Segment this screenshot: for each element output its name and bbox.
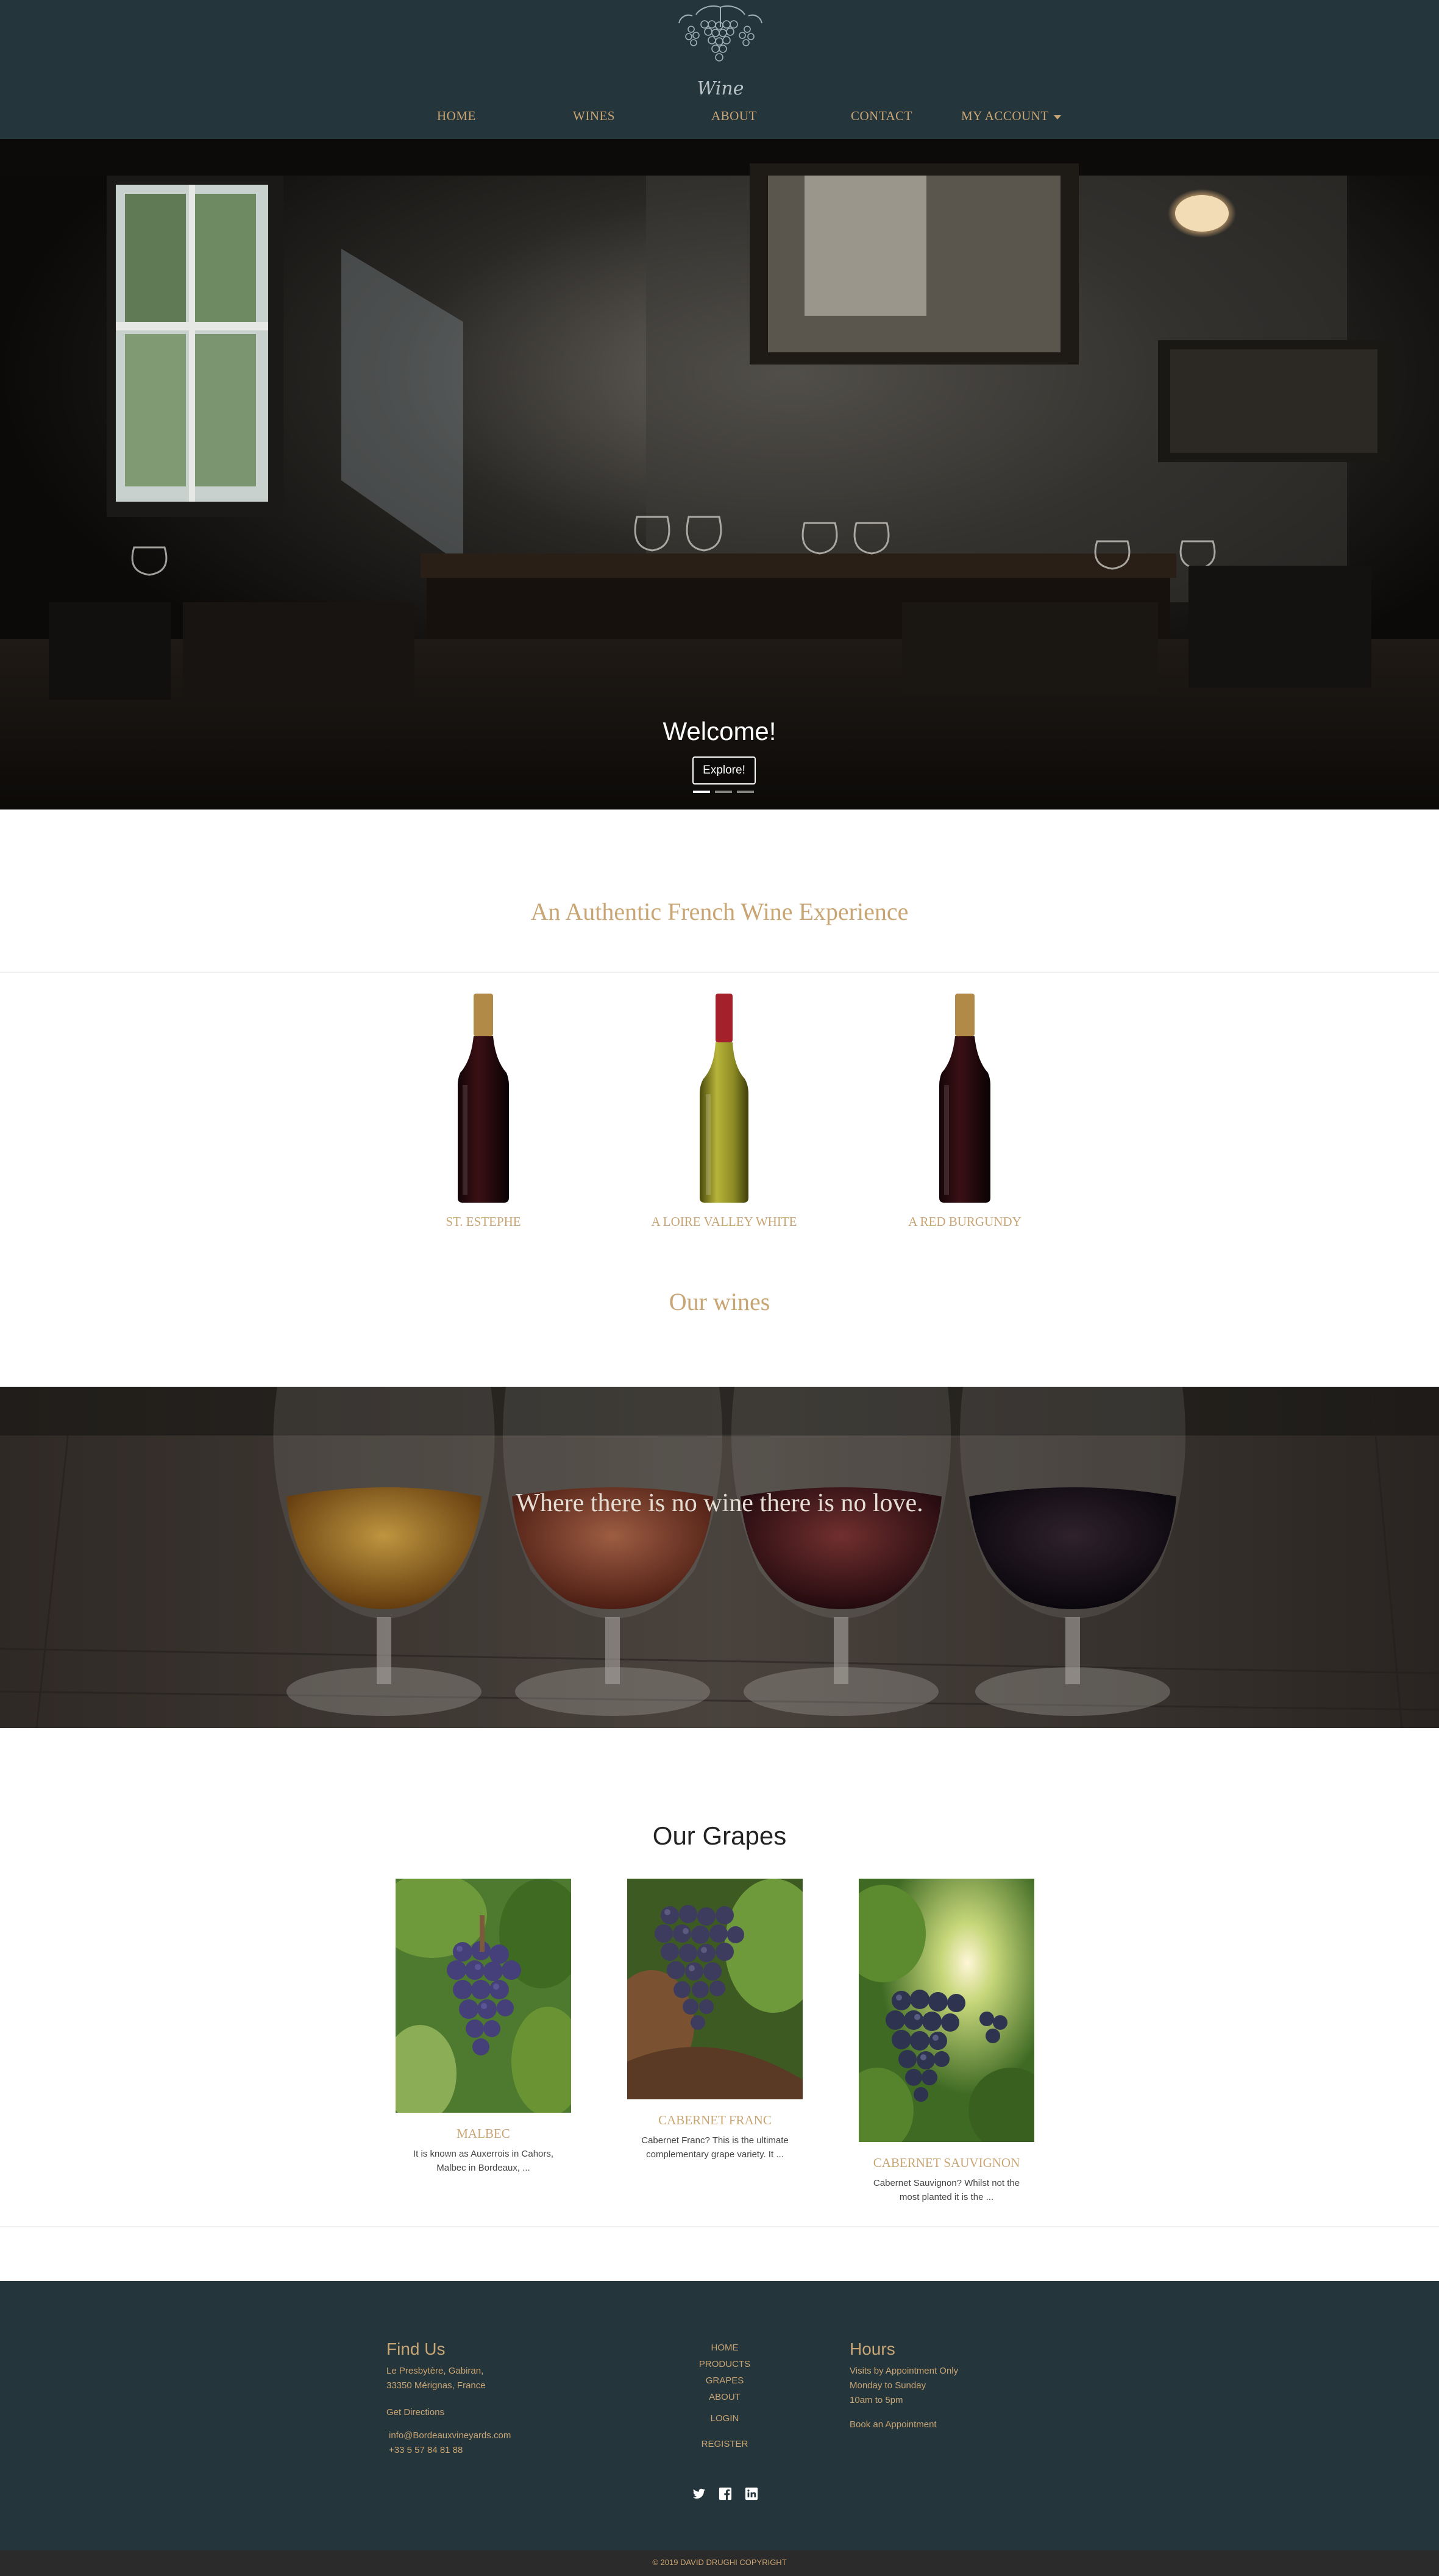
section-divider	[0, 972, 1439, 973]
grape-image[interactable]	[627, 1879, 803, 2099]
grape-name[interactable]: CABERNET SAUVIGNON	[859, 2155, 1034, 2171]
nav-home[interactable]: HOME	[437, 109, 476, 124]
footer-nav-about[interactable]: ABOUT	[664, 2392, 786, 2402]
grape-image[interactable]	[859, 1879, 1034, 2142]
footer-nav-grapes[interactable]: GRAPES	[664, 2375, 786, 2386]
wine-glasses-image	[0, 1387, 1439, 1728]
main-nav: HOME WINES ABOUT CONTACT MY ACCOUNT	[0, 109, 1439, 130]
footer-nav-products[interactable]: PRODUCTS	[664, 2359, 786, 2369]
grape-name[interactable]: MALBEC	[396, 2126, 571, 2141]
hours-heading: Hours	[850, 2339, 895, 2358]
grapes-title: Our Grapes	[652, 1821, 787, 1850]
wine-name[interactable]: A RED BURGUNDY	[886, 1214, 1044, 1229]
carousel-indicator-1[interactable]	[693, 791, 710, 793]
wine-name[interactable]: ST. ESTEPHE	[404, 1214, 563, 1229]
grape-vine-logo-icon	[678, 5, 762, 62]
address-line: 33350 Mérignas, France	[386, 2380, 486, 2391]
nav-my-account[interactable]: MY ACCOUNT	[961, 109, 1061, 124]
grape-name[interactable]: CABERNET FRANC	[627, 2113, 803, 2128]
grape-description-line: Cabernet Franc? This is the ultimate	[641, 2135, 789, 2146]
grape-description-line: complementary grape variety. It ...	[646, 2149, 784, 2160]
grape-description: Cabernet Sauvignon? Whilst not the most …	[859, 2176, 1034, 2204]
nav-about[interactable]: ABOUT	[711, 109, 757, 124]
site-logo[interactable]: Wine	[668, 2, 773, 101]
hours-line: Visits by Appointment Only	[850, 2366, 959, 2376]
carousel-indicator-2[interactable]	[715, 791, 732, 793]
grape-image[interactable]	[396, 1879, 571, 2113]
nav-contact[interactable]: CONTACT	[851, 109, 912, 124]
caret-down-icon	[1053, 115, 1061, 119]
explore-button[interactable]: Explore!	[692, 756, 756, 785]
phone-link[interactable]: +33 5 57 84 81 88	[389, 2445, 463, 2455]
email-link[interactable]: info@Bordeauxvineyards.com	[389, 2430, 511, 2441]
nav-my-account-label: MY ACCOUNT	[961, 109, 1049, 123]
hours-line: 10am to 5pm	[850, 2395, 903, 2405]
grape-description-line: most planted it is the ...	[899, 2192, 994, 2202]
footer-nav-home[interactable]: HOME	[664, 2343, 786, 2353]
footer-nav-login[interactable]: LOGIN	[664, 2413, 786, 2424]
quote-text: Where there is no wine there is no love.	[516, 1489, 923, 1517]
grape-description: It is known as Auxerrois in Cahors, Malb…	[396, 2147, 571, 2175]
grape-description-line: It is known as Auxerrois in Cahors,	[413, 2149, 554, 2159]
hero-carousel: Welcome! Explore!	[0, 139, 1439, 809]
red-wine-bottle-icon	[939, 994, 990, 1203]
intro-title: An Authentic French Wine Experience	[530, 898, 909, 925]
quote-banner	[0, 1387, 1439, 1728]
grape-description-line: Cabernet Sauvignon? Whilst not the	[873, 2178, 1020, 2188]
site-header: Wine HOME WINES ABOUT CONTACT MY ACCOUNT	[0, 0, 1439, 139]
wine-card[interactable]: A RED BURGUNDY	[886, 994, 1044, 1231]
footer-nav-register[interactable]: REGISTER	[664, 2439, 786, 2449]
our-wines-title: Our wines	[669, 1288, 770, 1315]
linkedin-icon[interactable]	[745, 2487, 758, 2500]
find-us-heading: Find Us	[386, 2339, 446, 2358]
wine-card[interactable]: A LOIRE VALLEY WHITE	[645, 994, 803, 1231]
cabernet-sauvignon-grapes-image	[859, 1879, 1034, 2142]
hours-line: Monday to Sunday	[850, 2380, 926, 2391]
grape-description: Cabernet Franc? This is the ultimate com…	[627, 2133, 803, 2161]
carousel-indicator-3[interactable]	[737, 791, 754, 793]
white-wine-bottle-icon	[700, 994, 748, 1203]
twitter-icon[interactable]	[692, 2487, 706, 2500]
hero-image	[0, 139, 1439, 809]
logo-text: Wine	[697, 78, 744, 99]
wine-name[interactable]: A LOIRE VALLEY WHITE	[645, 1214, 803, 1229]
nav-wines[interactable]: WINES	[573, 109, 615, 124]
get-directions-link[interactable]: Get Directions	[386, 2407, 444, 2418]
facebook-icon[interactable]	[719, 2487, 732, 2500]
copyright-bar: © 2019 DAVID DRUGHI COPYRIGHT	[0, 2550, 1439, 2576]
malbec-grapes-image	[396, 1879, 571, 2113]
grape-description-line: Malbec in Bordeaux, ...	[436, 2163, 530, 2173]
red-wine-bottle-icon	[458, 994, 509, 1203]
hero-heading: Welcome!	[663, 717, 776, 745]
address-line: Le Presbytère, Gabiran,	[386, 2366, 484, 2376]
book-appointment-link[interactable]: Book an Appointment	[850, 2419, 937, 2430]
cabernet-franc-grapes-image	[627, 1879, 803, 2099]
section-divider	[0, 2226, 1439, 2227]
copyright-text: © 2019 DAVID DRUGHI COPYRIGHT	[652, 2558, 787, 2567]
wine-card[interactable]: ST. ESTEPHE	[404, 994, 563, 1231]
